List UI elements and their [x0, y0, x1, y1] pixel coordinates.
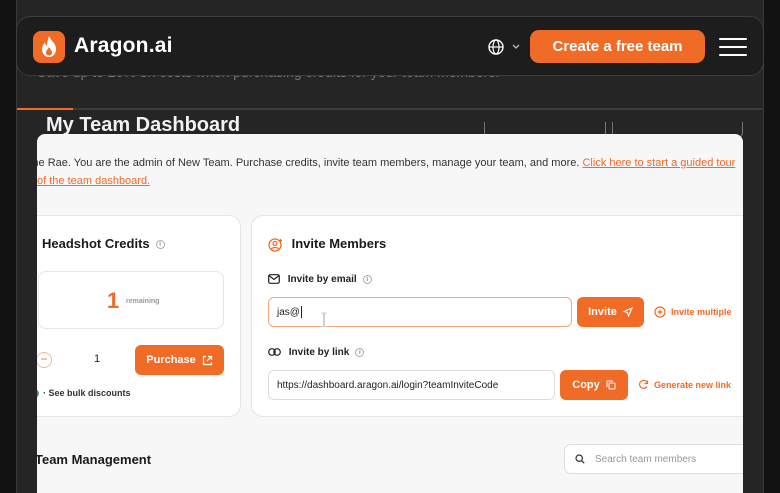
credits-title-row: Headshot Credits i: [42, 236, 165, 251]
invite-multiple-label: Invite multiple: [671, 307, 732, 317]
link-icon: [268, 348, 281, 357]
check-icon: [37, 389, 39, 399]
top-navbar: Aragon.ai Create a free team: [16, 16, 764, 76]
quantity-value[interactable]: 1: [94, 353, 100, 365]
tab-underline: [17, 108, 763, 110]
invite-email-input[interactable]: jas@: [268, 297, 572, 327]
copy-link-button[interactable]: Copy: [560, 370, 628, 400]
remaining-count: 1: [107, 288, 120, 313]
invite-link-label: Invite by link: [288, 347, 350, 358]
invite-link-label-row: Invite by link i: [268, 347, 365, 358]
purchase-button[interactable]: Purchase: [135, 345, 224, 375]
plus-circle-icon: [654, 306, 666, 318]
generate-new-link[interactable]: Generate new link: [638, 379, 731, 390]
welcome-text: Welcome Rae. You are the admin of New Te…: [37, 157, 583, 169]
team-management-title: Team Management: [37, 452, 152, 467]
refresh-icon: [639, 379, 649, 389]
invite-title: Invite Members: [291, 236, 387, 251]
page: Save up to 20% on costs when purchasing …: [0, 0, 780, 493]
info-icon[interactable]: i: [362, 274, 372, 284]
hamburger-menu-icon[interactable]: [719, 38, 747, 56]
mail-icon: [268, 274, 280, 285]
send-icon: [622, 307, 633, 317]
email-input-value: jas@: [277, 306, 300, 318]
headshot-credits-card: Headshot Credits i 1 remaining − 1 + Purc…: [37, 215, 241, 417]
copy-label: Copy: [572, 379, 600, 391]
text-caret: [300, 306, 302, 318]
bulk-discounts-link[interactable]: · See bulk discounts: [37, 388, 131, 399]
remaining-label: remaining: [126, 298, 160, 305]
invite-link-value: https://dashboard.aragon.ai/login?teamIn…: [277, 379, 499, 391]
search-placeholder: Search team members: [595, 453, 697, 465]
credits-title: Headshot Credits: [42, 236, 150, 251]
remaining-credits-box: 1 remaining: [38, 271, 224, 329]
quantity-stepper: − 1 +: [37, 347, 162, 373]
info-icon[interactable]: i: [355, 347, 365, 357]
dashboard-panel: Welcome Rae. You are the admin of New Te…: [37, 134, 743, 493]
active-tab-indicator: [17, 108, 73, 110]
invite-multiple-link[interactable]: Invite multiple: [654, 306, 732, 318]
search-icon: [575, 454, 585, 464]
info-icon[interactable]: i: [155, 240, 165, 250]
invite-button[interactable]: Invite: [577, 297, 644, 327]
invite-label: Invite: [588, 306, 617, 318]
generate-link-label: Generate new link: [654, 379, 732, 390]
create-free-team-button[interactable]: Create a free team: [530, 30, 705, 63]
copy-icon: [606, 380, 616, 390]
invite-email-label: Invite by email: [287, 274, 357, 285]
logo-text[interactable]: Aragon.ai: [74, 34, 173, 58]
bulk-label: See bulk discounts: [48, 388, 131, 398]
language-selector[interactable]: [487, 38, 523, 56]
invite-title-row: Invite Members: [268, 236, 386, 252]
i-beam-cursor-icon: I: [320, 308, 328, 332]
add-user-icon: [268, 237, 282, 252]
invite-link-field[interactable]: https://dashboard.aragon.ai/login?teamIn…: [268, 370, 555, 400]
invite-email-label-row: Invite by email i: [268, 274, 372, 285]
external-link-icon: [202, 355, 212, 365]
decrement-button[interactable]: −: [37, 352, 52, 368]
chevron-down-icon: [512, 44, 520, 49]
welcome-message: Welcome Rae. You are the admin of New Te…: [37, 154, 743, 190]
fire-logo-icon[interactable]: [33, 31, 65, 63]
search-team-input[interactable]: Search team members: [564, 444, 743, 474]
globe-icon: [488, 39, 520, 55]
purchase-label: Purchase: [146, 354, 196, 366]
